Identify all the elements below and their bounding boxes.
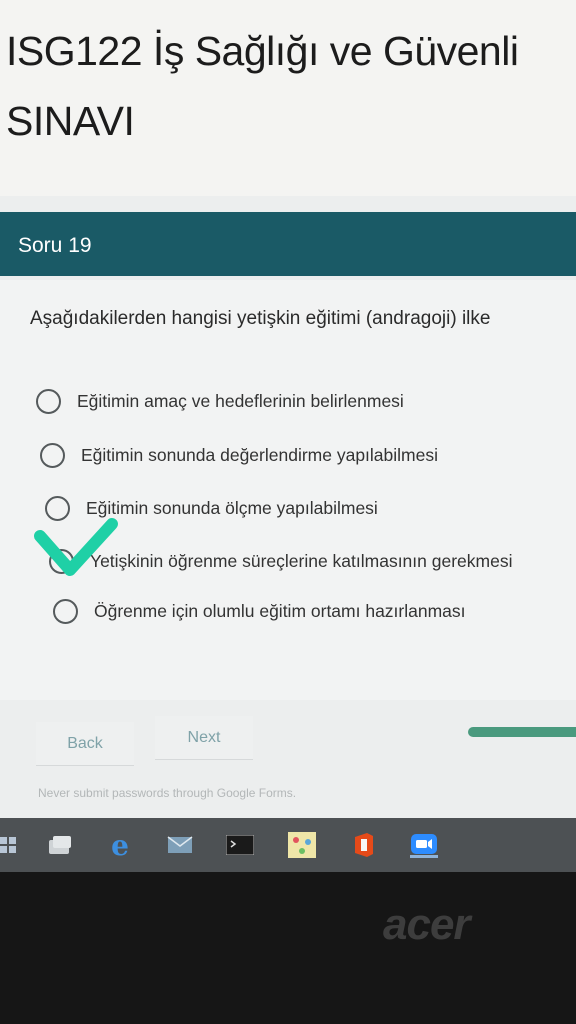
edge-icon[interactable]: e — [106, 829, 134, 862]
option-label: Eğitimin sonunda ölçme yapılabilmesi — [86, 497, 378, 518]
option-5[interactable]: Öğrenme için olumlu eğitim ortamı hazırl… — [53, 596, 466, 626]
option-label: Yetişkinin öğrenme süreçlerine katılması… — [90, 550, 513, 571]
office-icon[interactable] — [350, 832, 378, 858]
zoom-icon[interactable] — [410, 832, 438, 858]
task-view-icon[interactable] — [46, 832, 74, 858]
option-label: Eğitimin amaç ve hedeflerinin belirlenme… — [77, 390, 404, 411]
brand-logo: acer — [383, 900, 471, 949]
terminal-icon[interactable] — [226, 832, 254, 858]
radio-button[interactable] — [36, 388, 61, 414]
section-label: Soru 19 — [18, 234, 92, 257]
next-button[interactable]: Next — [155, 716, 253, 760]
radio-button[interactable] — [53, 598, 78, 624]
app-tile-icon[interactable] — [288, 832, 316, 858]
question-text: Aşağıdakilerden hangisi yetişkin eğitimi… — [30, 308, 491, 329]
footer-note: Never submit passwords through Google Fo… — [38, 786, 297, 800]
progress-bar — [468, 727, 576, 737]
form-title-card: ISG122 İş Sağlığı ve Güvenli SINAVI — [0, 0, 576, 196]
form-title: ISG122 İş Sağlığı ve Güvenli — [6, 28, 519, 74]
section-header: Soru 19 — [0, 212, 576, 276]
check-icon — [34, 518, 118, 576]
form-title-continued: SINAVI — [6, 98, 135, 144]
taskbar: e — [0, 818, 576, 872]
laptop-bezel: acer — [0, 872, 576, 1024]
mail-icon[interactable] — [166, 832, 194, 858]
question-card — [0, 280, 576, 700]
radio-button[interactable] — [40, 442, 65, 468]
option-1[interactable]: Eğitimin amaç ve hedeflerinin belirlenme… — [36, 386, 404, 416]
option-label: Öğrenme için olumlu eğitim ortamı hazırl… — [94, 600, 466, 621]
back-button[interactable]: Back — [36, 722, 134, 766]
option-2[interactable]: Eğitimin sonunda değerlendirme yapılabil… — [40, 440, 438, 470]
browser-screen: ISG122 İş Sağlığı ve Güvenli SINAVI Soru… — [0, 0, 576, 872]
option-label: Eğitimin sonunda değerlendirme yapılabil… — [81, 444, 438, 465]
windows-icon[interactable] — [0, 832, 22, 858]
